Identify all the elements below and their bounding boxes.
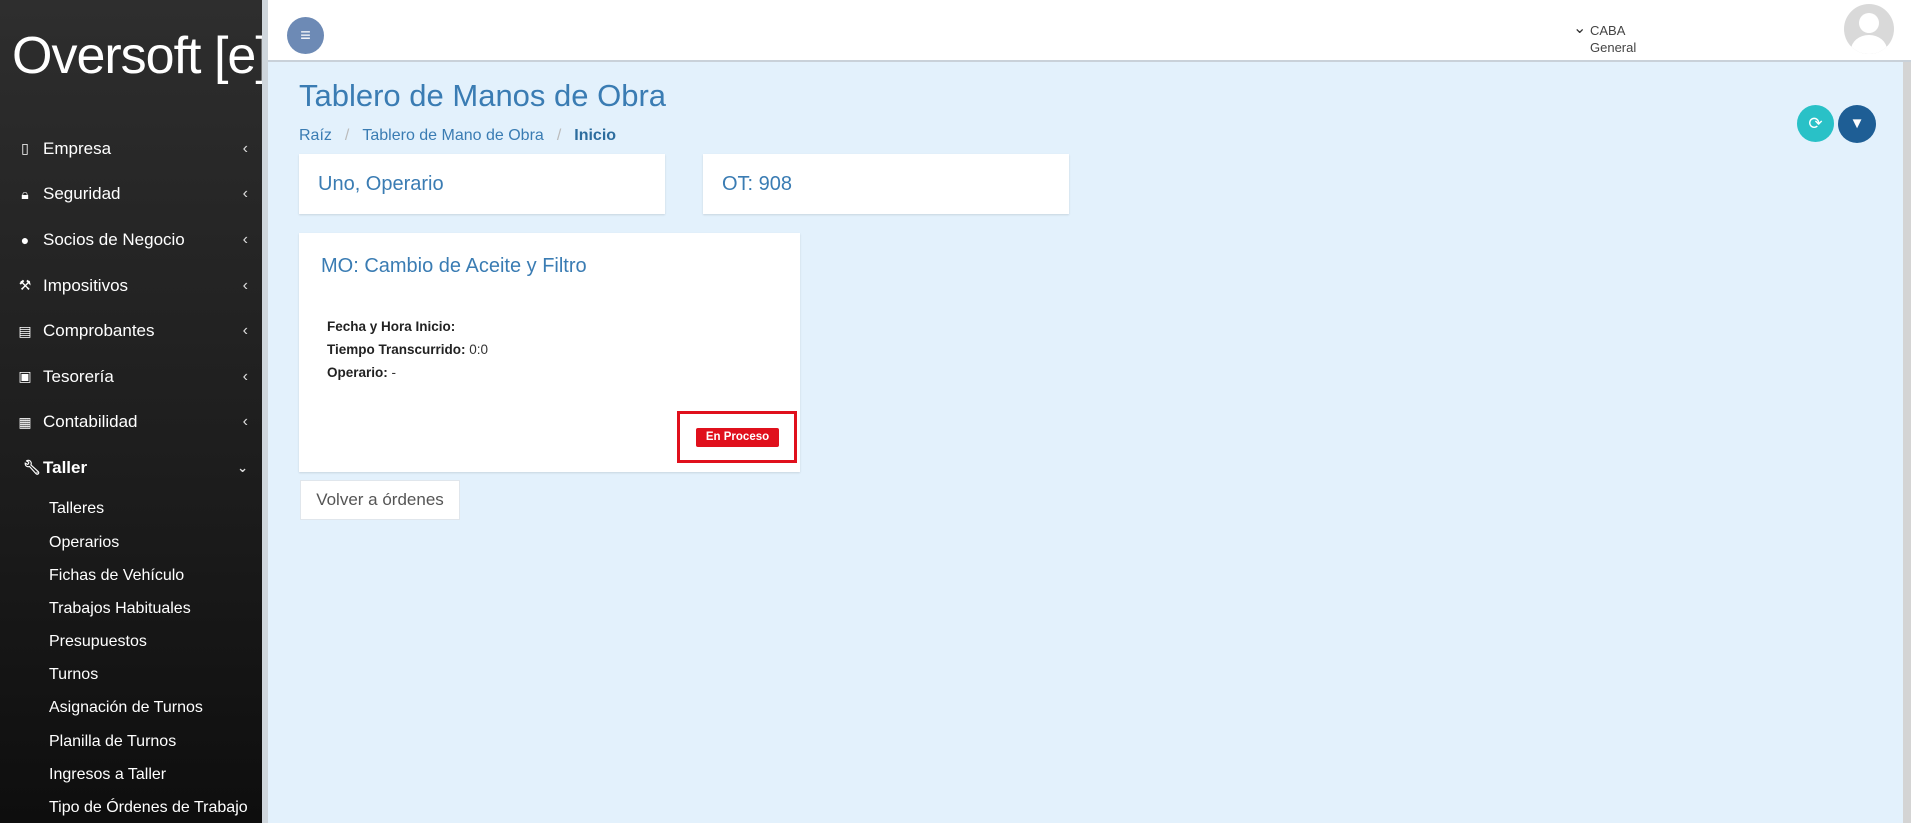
- status-badge[interactable]: En Proceso: [696, 428, 779, 447]
- sidebar-item-label: Seguridad: [43, 184, 121, 204]
- sidebar-subitem-tipo-ordenes[interactable]: Tipo de Órdenes de Trabajo: [0, 791, 262, 823]
- breadcrumb-separator: /: [344, 127, 350, 144]
- tiempo-transcurrido-label: Tiempo Transcurrido:: [327, 342, 466, 357]
- user-icon: ●: [20, 231, 30, 248]
- sidebar-item-comprobantes[interactable]: ▤ Comprobantes ‹: [0, 308, 262, 354]
- avatar[interactable]: [1844, 4, 1894, 54]
- chevron-left-icon: ‹: [242, 367, 248, 385]
- taller-submenu: Talleres Operarios Fichas de Vehículo Tr…: [0, 491, 262, 823]
- sidebar-item-impositivos[interactable]: ⚒ Impositivos ‹: [0, 263, 262, 309]
- location-sub: General: [1590, 40, 1637, 55]
- menu-toggle-button[interactable]: ≡: [287, 17, 324, 54]
- app-logo[interactable]: Oversoft [e]: [12, 26, 270, 86]
- ot-card: OT: 908: [703, 154, 1069, 214]
- avatar-head-icon: [1859, 13, 1879, 33]
- wrench-icon: 🔧︎: [23, 459, 41, 476]
- operario-value: -: [391, 365, 397, 380]
- tiempo-transcurrido-field: Tiempo Transcurrido: 0:0: [327, 342, 488, 357]
- gavel-icon: ⚒: [18, 277, 32, 294]
- chevron-left-icon: ‹: [242, 276, 248, 294]
- operario-label: Operario:: [327, 365, 388, 380]
- breadcrumb: Raíz / Tablero de Mano de Obra / Inicio: [299, 127, 616, 145]
- breadcrumb-separator: /: [556, 127, 562, 144]
- operario-field: Operario: -: [327, 365, 396, 380]
- operator-card: Uno, Operario: [299, 154, 665, 214]
- sidebar-subitem-talleres[interactable]: Talleres: [0, 493, 262, 526]
- sidebar-item-taller[interactable]: 🔧︎ Taller ⌄: [0, 445, 262, 491]
- fecha-inicio-label: Fecha y Hora Inicio:: [327, 319, 456, 334]
- sidebar-nav: ▯ Empresa ‹ 🔒︎ Seguridad ‹ ● Socios de N…: [0, 126, 262, 823]
- chevron-down-icon: ⌄: [237, 459, 248, 475]
- back-to-orders-button[interactable]: Volver a órdenes: [300, 480, 460, 520]
- breadcrumb-current: Inicio: [574, 127, 617, 144]
- refresh-button[interactable]: ⟳: [1797, 105, 1834, 142]
- chevron-left-icon: ‹: [242, 413, 248, 431]
- sidebar-item-tesoreria[interactable]: ▣ Tesorería ‹: [0, 354, 262, 400]
- sidebar-item-seguridad[interactable]: 🔒︎ Seguridad ‹: [0, 172, 262, 218]
- avatar-body-icon: [1851, 35, 1887, 54]
- sidebar-item-label: Empresa: [43, 138, 112, 158]
- sidebar-subitem-asignacion-turnos[interactable]: Asignación de Turnos: [0, 692, 262, 725]
- sidebar-subitem-ingresos-taller[interactable]: Ingresos a Taller: [0, 758, 262, 791]
- sidebar-subitem-fichas-vehiculo[interactable]: Fichas de Vehículo: [0, 559, 262, 592]
- chevron-down-icon: ⌄: [1573, 20, 1587, 37]
- tiempo-transcurrido-value: 0:0: [469, 342, 489, 357]
- chevron-left-icon: ‹: [242, 230, 248, 248]
- top-header: ≡ ⌄ CABA General: [268, 0, 1911, 62]
- fecha-inicio-field: Fecha y Hora Inicio:: [327, 319, 455, 334]
- building-icon: ▯: [21, 140, 29, 157]
- mo-card-title: MO: Cambio de Aceite y Filtro: [321, 255, 587, 277]
- refresh-icon: ⟳: [1808, 114, 1823, 133]
- filter-icon: ▼: [1849, 115, 1865, 132]
- page-scrollbar[interactable]: [1903, 62, 1911, 823]
- sidebar-item-label: Impositivos: [43, 275, 129, 295]
- chevron-left-icon: ‹: [242, 139, 248, 157]
- page-title: Tablero de Manos de Obra: [299, 78, 667, 113]
- lock-icon: 🔒︎: [21, 185, 29, 202]
- sidebar-item-label: Comprobantes: [43, 321, 155, 341]
- sidebar-scrollbar[interactable]: [262, 0, 268, 823]
- sidebar-item-label: Taller: [43, 457, 88, 477]
- breadcrumb-tablero[interactable]: Tablero de Mano de Obra: [362, 127, 543, 145]
- hamburger-icon: ≡: [300, 25, 311, 45]
- sidebar: Oversoft [e] ▯ Empresa ‹ 🔒︎ Seguridad ‹ …: [0, 0, 270, 823]
- sidebar-item-socios[interactable]: ● Socios de Negocio ‹: [0, 217, 262, 263]
- sidebar-subitem-turnos[interactable]: Turnos: [0, 659, 262, 692]
- mo-card[interactable]: MO: Cambio de Aceite y Filtro Fecha y Ho…: [299, 233, 800, 472]
- location-name: CABA: [1590, 23, 1626, 38]
- sidebar-subitem-operarios[interactable]: Operarios: [0, 526, 262, 559]
- location-selector[interactable]: ⌄ CABA General: [1573, 20, 1637, 56]
- sidebar-subitem-presupuestos[interactable]: Presupuestos: [0, 626, 262, 659]
- sidebar-item-label: Contabilidad: [43, 412, 138, 432]
- sidebar-subitem-trabajos-habituales[interactable]: Trabajos Habituales: [0, 592, 262, 625]
- chevron-left-icon: ‹: [242, 322, 248, 340]
- chevron-left-icon: ‹: [242, 185, 248, 203]
- money-icon: ▣: [18, 368, 32, 385]
- sidebar-subitem-planilla-turnos[interactable]: Planilla de Turnos: [0, 725, 262, 758]
- breadcrumb-raiz[interactable]: Raíz: [299, 127, 332, 145]
- sidebar-item-label: Socios de Negocio: [43, 229, 185, 249]
- sidebar-item-contabilidad[interactable]: ▦ Contabilidad ‹: [0, 400, 262, 446]
- sidebar-item-label: Tesorería: [43, 366, 114, 386]
- calculator-icon: ▦: [18, 413, 32, 430]
- status-highlight: En Proceso: [677, 411, 797, 463]
- sidebar-item-empresa[interactable]: ▯ Empresa ‹: [0, 126, 262, 172]
- document-icon: ▤: [18, 322, 32, 339]
- filter-button[interactable]: ▼: [1838, 105, 1876, 143]
